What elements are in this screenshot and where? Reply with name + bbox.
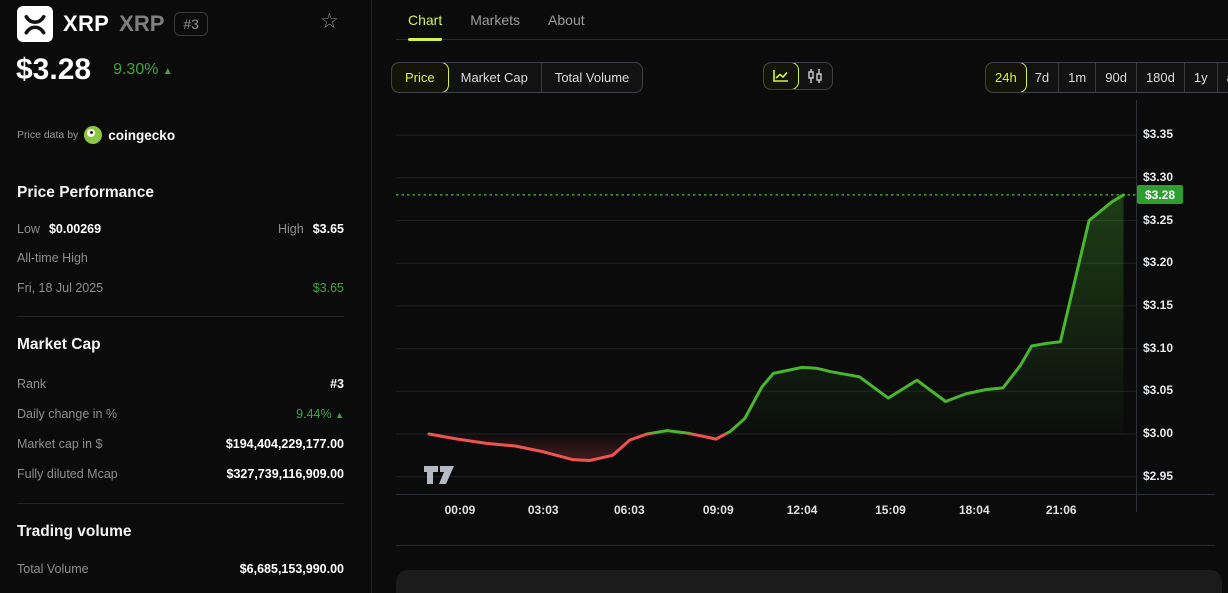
range-7d-button[interactable]: 7d [1026, 63, 1060, 92]
price-performance-title: Price Performance [17, 184, 154, 201]
x-tick-label: 09:09 [702, 503, 734, 517]
coingecko-name: coingecko [108, 127, 176, 143]
market-cap-label: Market cap in $ [17, 437, 103, 451]
coin-header: XRP XRP #3 [17, 6, 208, 42]
daily-change-number: 9.44% [296, 407, 332, 421]
series-total-volume-button[interactable]: Total Volume [542, 63, 642, 92]
range-1y-button[interactable]: 1y [1185, 63, 1218, 92]
range-90d-button[interactable]: 90d [1096, 63, 1137, 92]
price-change: 9.30% ▲ [113, 61, 173, 79]
panel-divider [371, 0, 372, 593]
y-tick-label: $3.15 [1143, 297, 1174, 312]
high-label: High [278, 222, 304, 236]
y-tick-label: $3.30 [1143, 169, 1174, 184]
series-market-cap-button[interactable]: Market Cap [448, 63, 542, 92]
next-section-panel[interactable] [396, 570, 1222, 593]
y-tick-label: $2.95 [1143, 468, 1174, 483]
total-volume-label: Total Volume [17, 562, 89, 576]
tab-chart[interactable]: Chart [408, 0, 443, 41]
series-toggle: Price Market Cap Total Volume [391, 62, 644, 93]
xrp-logo-icon [17, 6, 53, 42]
tabs-row: Chart Markets About [396, 0, 1228, 41]
range-selector: 24h 7d 1m 90d 180d 1y all [985, 62, 1228, 93]
daily-change-label: Daily change in % [17, 407, 118, 421]
range-all-button[interactable]: all [1218, 63, 1228, 92]
ath-value: $3.65 [312, 281, 344, 295]
line-chart-glyph [773, 70, 788, 82]
x-tick-label: 12:04 [786, 503, 818, 517]
ath-label: All-time High [17, 251, 88, 265]
divider [17, 316, 344, 317]
market-cap-title: Market Cap [17, 336, 101, 353]
page: { "accent_color": "#d2f548", "coin_heade… [0, 0, 1228, 593]
x-tick-label: 03:03 [527, 503, 559, 517]
candlestick-glyph [808, 69, 822, 83]
y-tick-label: $3.25 [1143, 212, 1174, 227]
low-label: Low [17, 222, 40, 236]
up-arrow-icon: ▲ [335, 410, 344, 420]
y-tick-label: $3.35 [1143, 127, 1174, 142]
y-tick-label: $3.05 [1143, 383, 1174, 398]
market-cap-row: Market cap in $ $194,404,229,177.00 [17, 437, 344, 451]
fdv-label: Fully diluted Mcap [17, 467, 118, 481]
x-axis-line [396, 494, 1215, 495]
price-chart[interactable] [396, 100, 1136, 495]
y-tick-label: $3.10 [1143, 340, 1174, 355]
trading-volume-title: Trading volume [17, 523, 132, 540]
line-chart-icon[interactable] [764, 63, 799, 89]
x-tick-label: 18:04 [958, 503, 990, 517]
rank-label: Rank [17, 377, 47, 391]
ath-date: Fri, 18 Jul 2025 [17, 281, 104, 295]
chart-canvas[interactable] [396, 100, 1136, 495]
divider [396, 545, 1215, 546]
x-tick-label: 21:06 [1045, 503, 1077, 517]
price-summary: $3.28 9.30% ▲ [16, 53, 173, 87]
divider [17, 503, 344, 504]
x-tick-label: 15:09 [875, 503, 906, 517]
y-axis-line[interactable] [1136, 100, 1137, 512]
series-price-button[interactable]: Price [392, 63, 449, 92]
coin-name: XRP [63, 11, 110, 36]
daily-change-value: 9.44% ▲ [296, 407, 344, 421]
coin-symbol: XRP [119, 11, 165, 36]
chart-type-toggle [763, 62, 833, 90]
price-change-value: 9.30% [113, 61, 159, 78]
star-icon[interactable]: ☆ [320, 11, 339, 32]
coingecko-logo-icon [84, 126, 103, 144]
low-high-row: Low $0.00269 High $3.65 [17, 222, 344, 236]
ath-date-row: Fri, 18 Jul 2025 $3.65 [17, 281, 344, 295]
y-tick-label: $3.00 [1143, 426, 1174, 440]
market-cap-value: $194,404,229,177.00 [225, 437, 344, 451]
total-volume-value: $6,685,153,990.00 [239, 562, 344, 576]
y-tick-label: $3.20 [1143, 255, 1174, 270]
high-value: $3.65 [312, 222, 344, 236]
x-tick-label: 00:09 [444, 503, 476, 517]
attribution: Price data by coingecko [17, 126, 175, 144]
range-1m-button[interactable]: 1m [1059, 63, 1097, 92]
up-arrow-icon: ▲ [162, 66, 173, 77]
daily-change-row: Daily change in % 9.44% ▲ [17, 407, 344, 421]
attribution-text: Price data by [17, 129, 79, 141]
low-value: $0.00269 [48, 222, 102, 236]
tab-about[interactable]: About [548, 0, 585, 40]
sidebar: XRP XRP #3 ☆ $3.28 9.30% ▲ Price data by… [0, 0, 371, 593]
fdv-row: Fully diluted Mcap $327,739,116,909.00 [17, 467, 344, 481]
rank-value: #3 [330, 377, 344, 391]
rank-badge: #3 [174, 12, 208, 36]
range-24h-button[interactable]: 24h [985, 63, 1027, 92]
current-price: $3.28 [16, 53, 92, 86]
x-tick-label: 06:03 [613, 503, 645, 517]
candlestick-icon[interactable] [798, 63, 832, 89]
rank-row: Rank #3 [17, 377, 344, 391]
total-volume-row: Total Volume $6,685,153,990.00 [17, 562, 344, 576]
ath-row: All-time High [17, 251, 344, 265]
range-180d-button[interactable]: 180d [1137, 63, 1185, 92]
tradingview-logo[interactable] [424, 466, 460, 488]
xrp-mark [24, 14, 46, 35]
fdv-value: $327,739,116,909.00 [226, 467, 344, 481]
current-price-badge: $3.28 [1137, 185, 1183, 205]
tab-markets[interactable]: Markets [470, 0, 520, 40]
